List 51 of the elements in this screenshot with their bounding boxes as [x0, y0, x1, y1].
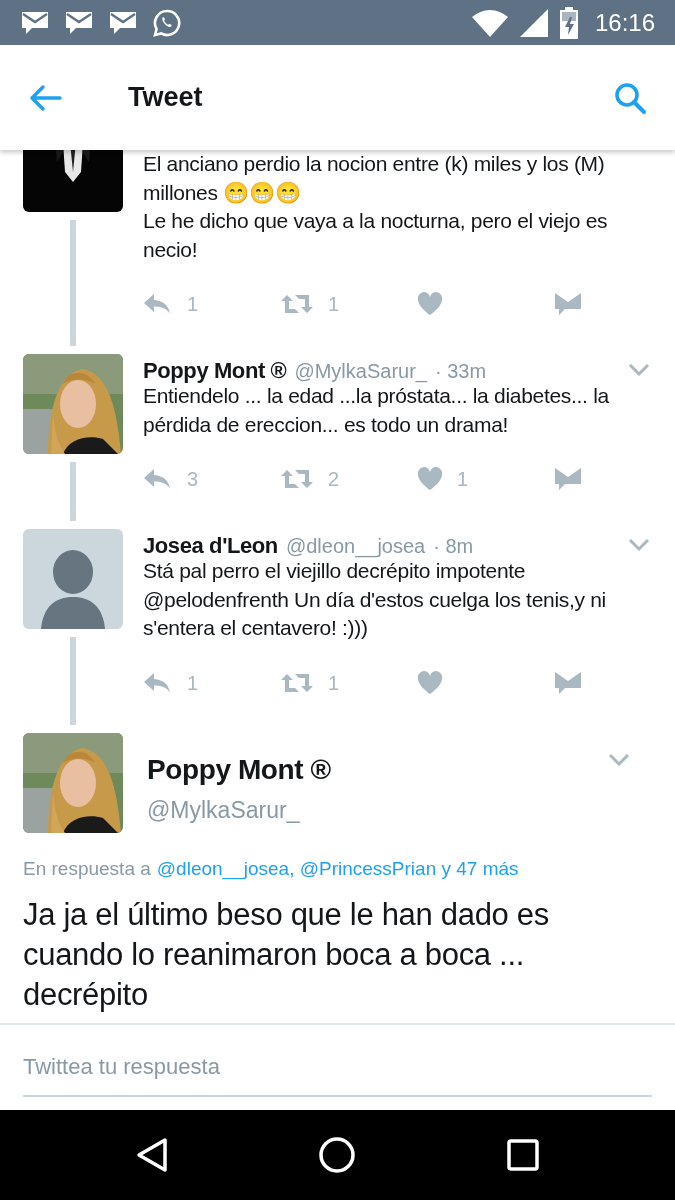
like-icon — [417, 467, 443, 491]
tweet-text: Ja ja el último beso que le han dado es cuando lo reanimaron boca a boca ... decrépito — [23, 896, 550, 1014]
back-nav-button[interactable] — [134, 1137, 169, 1173]
message-icon — [64, 9, 94, 36]
user-name[interactable]: Poppy Mont ® — [147, 748, 331, 791]
retweet-button[interactable]: 2 — [280, 464, 417, 494]
message-icon — [554, 670, 582, 695]
signal-icon — [518, 7, 549, 38]
tweet-time: · 8m — [433, 534, 474, 559]
caret-icon[interactable] — [608, 752, 630, 767]
reply-field[interactable]: Twittea tu respuesta — [23, 1039, 652, 1097]
tweet-text: El anciano perdio la nocion entre (k) miles y los (M) millones 😁😁😁 Le he dicho que vaya a la nocturna, pero el viejo es necio! — [143, 151, 609, 263]
recents-nav-button[interactable] — [506, 1138, 541, 1172]
retweet-icon — [280, 671, 314, 694]
caret-icon[interactable] — [628, 538, 650, 552]
retweet-button[interactable]: 1 — [280, 667, 417, 698]
retweet-icon — [280, 293, 314, 315]
chat-bubble-icon — [152, 7, 182, 38]
reply-context: En respuesta a — [23, 856, 151, 881]
retweet-icon — [280, 468, 314, 490]
reply-icon — [143, 671, 173, 694]
retweet-button[interactable]: 1 — [280, 289, 417, 319]
message-button[interactable] — [554, 467, 582, 491]
tweet-time: · 33m — [434, 359, 487, 384]
message-icon — [20, 9, 50, 36]
user-handle: @dleon__josea — [285, 534, 426, 560]
like-icon — [417, 292, 443, 316]
reply-button[interactable]: 1 — [143, 289, 280, 319]
message-button[interactable] — [554, 670, 582, 695]
search-button[interactable] — [613, 80, 647, 115]
default-avatar-icon[interactable] — [23, 529, 123, 629]
message-icon — [554, 467, 582, 491]
message-button[interactable] — [554, 292, 582, 316]
caret-icon[interactable] — [628, 363, 650, 377]
reply-button[interactable]: 3 — [143, 464, 280, 494]
back-button[interactable] — [28, 83, 62, 112]
reply-button[interactable]: 1 — [143, 667, 280, 698]
clock-time: 16:16 — [594, 7, 655, 38]
user-handle: @MylkaSarur_ — [294, 359, 427, 385]
reply-icon — [143, 468, 173, 490]
message-icon — [108, 9, 138, 36]
like-button[interactable]: 1 — [417, 464, 554, 494]
header-title: Tweet — [128, 81, 203, 115]
user-handle: @MylkaSarur_ — [147, 795, 301, 825]
like-icon — [417, 670, 443, 695]
reply-icon — [143, 293, 173, 315]
home-nav-button[interactable] — [318, 1136, 357, 1174]
wifi-icon — [470, 7, 509, 38]
message-icon — [554, 292, 582, 316]
battery-icon — [558, 6, 579, 39]
mention-link[interactable]: @dleon__josea, @PrincessPrian y 47 más — [156, 854, 519, 883]
